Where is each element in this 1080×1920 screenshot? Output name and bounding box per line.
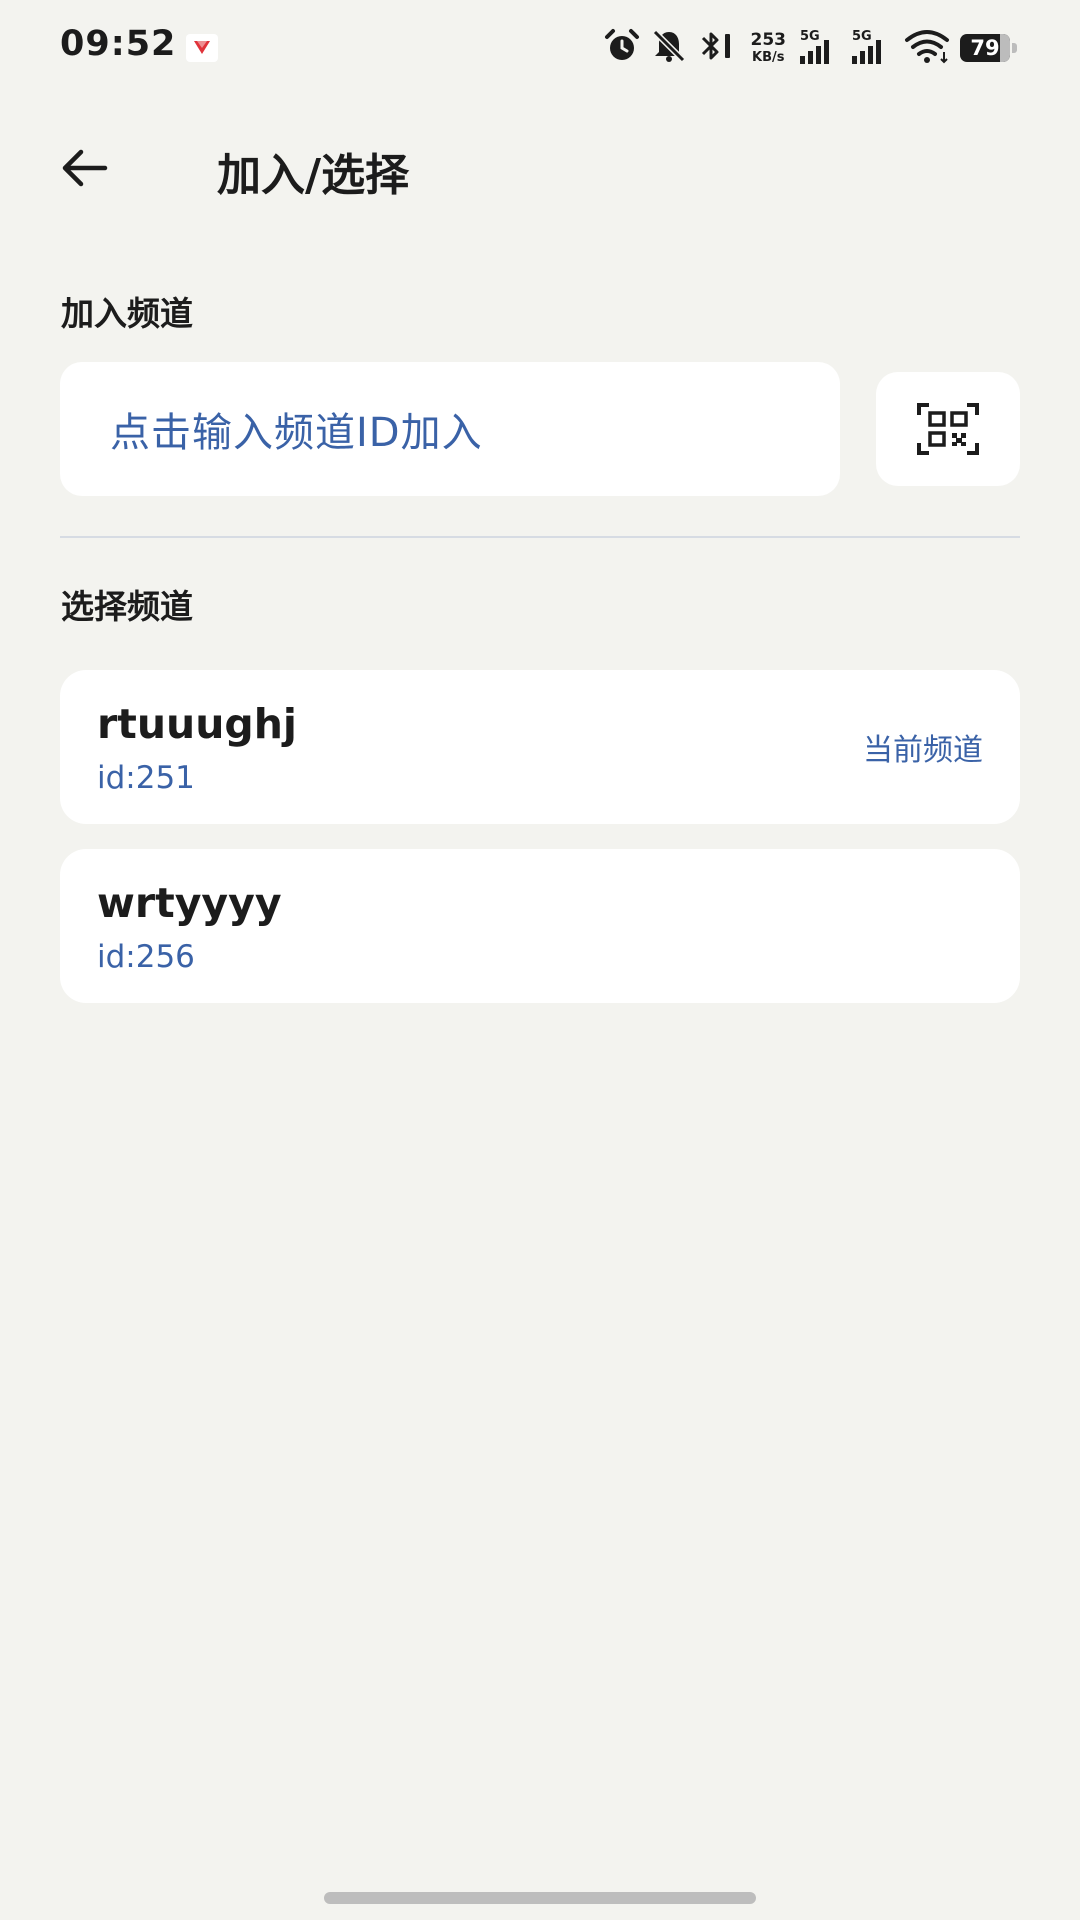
battery-icon: 79 [960, 34, 1020, 62]
signal-icon: 5G [852, 30, 894, 66]
status-icons: 253 KB/s 5G 5G 79 [603, 28, 1021, 68]
signal-icon: 5G [800, 30, 842, 66]
network-speed-value: 253 [750, 30, 787, 50]
bell-off-icon [651, 28, 687, 68]
channel-id: id:251 [97, 760, 195, 796]
current-channel-badge: 当前频道 [863, 733, 983, 768]
channel-name: wrtyyyy [97, 879, 282, 927]
page-title: 加入/选择 [217, 150, 410, 201]
battery-level: 79 [970, 36, 1000, 60]
channel-list-item[interactable]: wrtyyyy id:256 [60, 849, 1020, 1003]
channel-id-placeholder: 点击输入频道ID加入 [110, 410, 483, 456]
channel-id-input[interactable]: 点击输入频道ID加入 [60, 362, 840, 496]
qr-scan-icon [917, 403, 979, 455]
back-button[interactable] [52, 136, 116, 200]
alarm-icon [603, 28, 641, 68]
screen: 09:52 253 KB/s 5G 5G 79 加入/选择 加入频道 点击输入频… [0, 0, 1080, 1920]
join-channel-label: 加入频道 [61, 294, 193, 333]
home-indicator[interactable] [324, 1892, 756, 1904]
bluetooth-icon [697, 28, 737, 68]
app-notification-icon [186, 34, 218, 62]
arrow-left-icon [62, 149, 108, 187]
select-channel-label: 选择频道 [61, 587, 193, 626]
network-speed: 253 KB/s [750, 30, 787, 65]
channel-list-item[interactable]: rtuuughj id:251 当前频道 [60, 670, 1020, 824]
status-time: 09:52 [60, 24, 177, 64]
status-bar: 09:52 253 KB/s 5G 5G 79 [0, 0, 1080, 96]
wifi-icon [904, 28, 950, 68]
channel-name: rtuuughj [97, 700, 297, 748]
section-divider [60, 536, 1020, 538]
network-speed-unit: KB/s [752, 50, 785, 65]
channel-id: id:256 [97, 939, 195, 975]
scan-qr-button[interactable] [876, 372, 1020, 486]
